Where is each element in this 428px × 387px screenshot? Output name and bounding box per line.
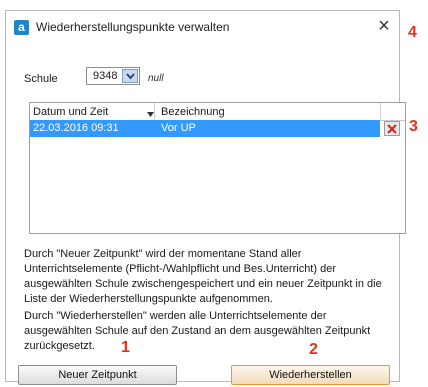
description-restore: Durch "Wiederherstellen" werden alle Unt… [24, 310, 371, 352]
window-title: Wiederherstellungspunkte verwalten [36, 20, 230, 34]
restore-points-table: Datum und Zeit Bezeichnung 22.03.2016 09… [29, 102, 406, 234]
table-row[interactable]: 22.03.2016 09:31 Vor UP [30, 120, 405, 137]
annotation-marker-4: 4 [408, 24, 417, 41]
school-note: null [148, 73, 164, 84]
dialog-window: a Wiederherstellungspunkte verwalten × S… [5, 10, 406, 382]
column-header-name[interactable]: Bezeichnung [161, 106, 225, 118]
school-label: Schule [24, 73, 58, 85]
column-divider [380, 103, 381, 120]
delete-icon[interactable] [384, 121, 400, 136]
annotation-marker-1: 1 [121, 339, 130, 356]
title-bar: a Wiederherstellungspunkte verwalten × [6, 11, 399, 43]
annotation-marker-2: 2 [309, 341, 318, 358]
annotation-marker-3: 3 [409, 118, 418, 135]
school-select[interactable]: 9348 [86, 67, 140, 85]
table-header: Datum und Zeit Bezeichnung [30, 103, 405, 121]
cell-name: Vor UP [161, 122, 196, 134]
chevron-down-icon[interactable] [122, 69, 138, 83]
new-point-button[interactable]: Neuer Zeitpunkt [18, 365, 177, 385]
sort-desc-icon[interactable] [147, 108, 154, 120]
restore-button[interactable]: Wiederherstellen [231, 365, 390, 385]
app-logo-icon: a [14, 20, 29, 35]
cell-date: 22.03.2016 09:31 [33, 122, 119, 134]
close-button[interactable]: × [373, 15, 395, 37]
column-divider [154, 103, 155, 120]
description-new-point: Durch "Neuer Zeitpunkt" wird der momenta… [24, 248, 382, 305]
school-value: 9348 [93, 70, 118, 82]
column-header-date[interactable]: Datum und Zeit [33, 106, 108, 118]
